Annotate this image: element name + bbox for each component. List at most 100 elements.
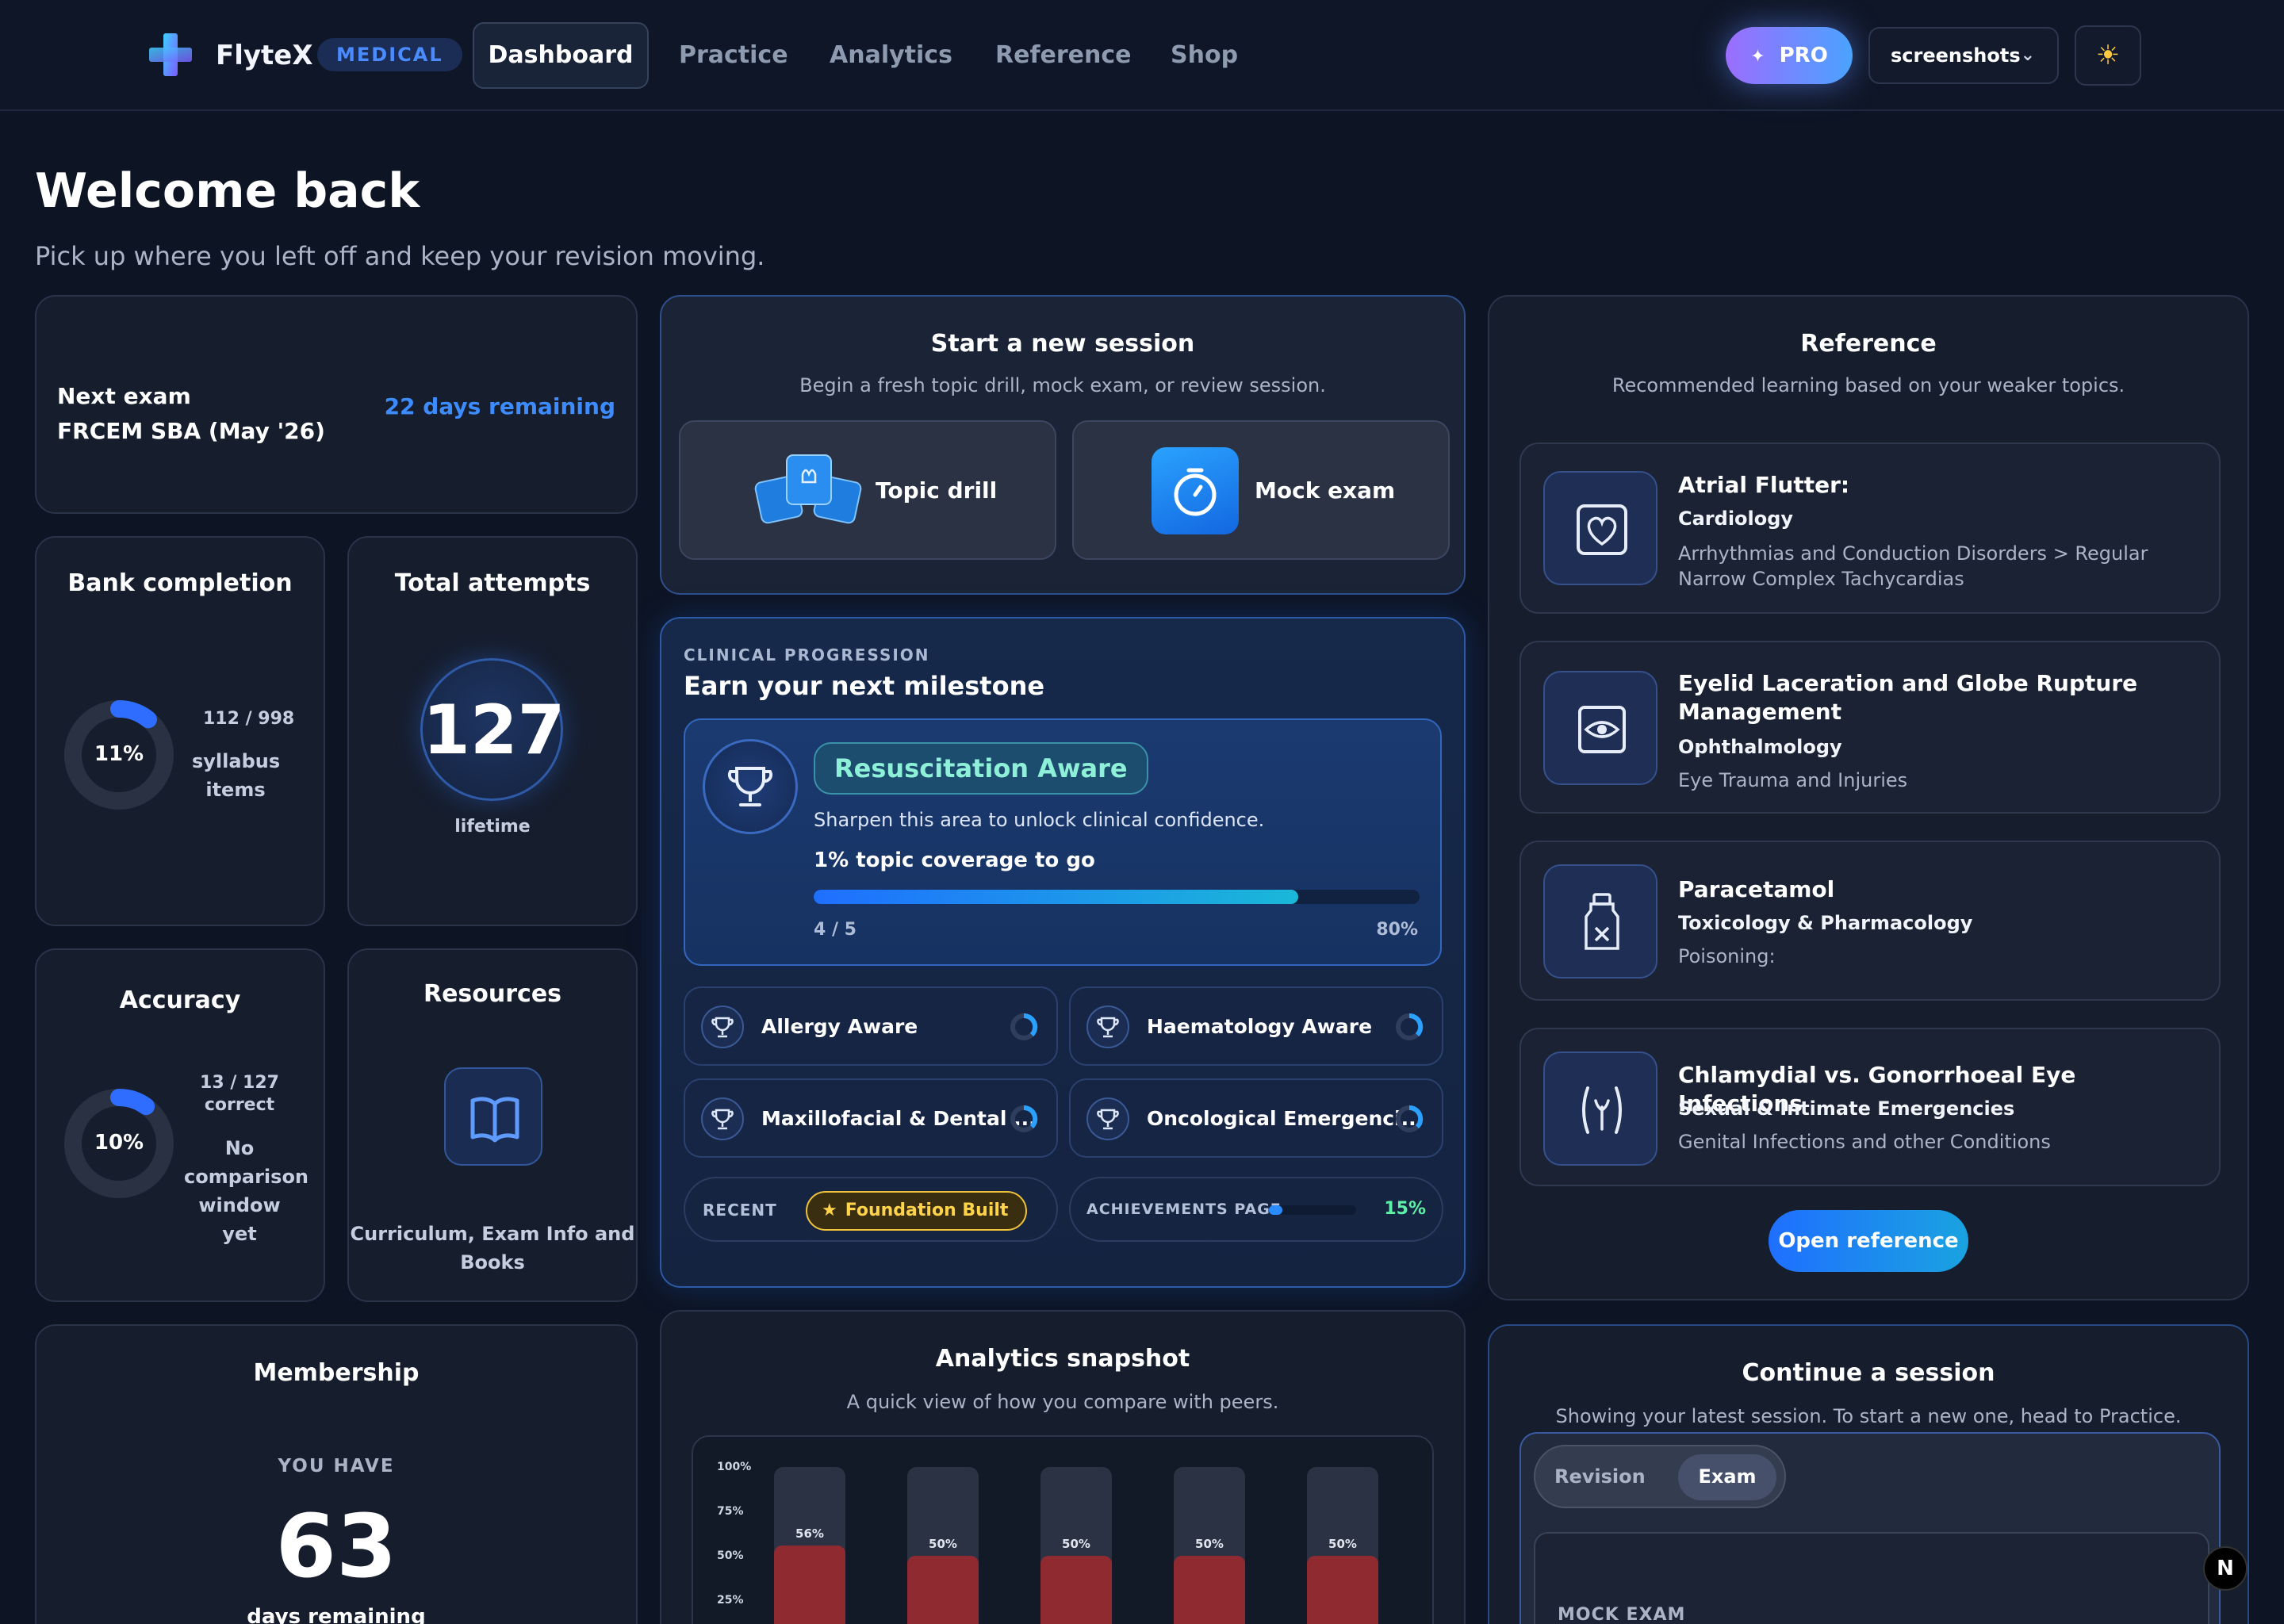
bar-value-label: 56% xyxy=(795,1526,824,1541)
session-preview[interactable]: MOCK EXAM xyxy=(1534,1532,2209,1624)
bar-value-label: 50% xyxy=(929,1537,957,1551)
achievements-progress-fill xyxy=(1269,1205,1282,1215)
nav-reference[interactable]: Reference xyxy=(995,41,1131,69)
account-dropdown[interactable]: screenshots ⌄ xyxy=(1868,27,2059,84)
reference-item-title: Eyelid Laceration and Globe Rupture Mana… xyxy=(1678,670,2138,725)
reference-item[interactable]: Eyelid Laceration and Globe Rupture Mana… xyxy=(1519,641,2221,814)
bar-track xyxy=(774,1467,845,1624)
analytics-subtitle: A quick view of how you compare with pee… xyxy=(846,1391,1279,1413)
total-attempts-title: Total attempts xyxy=(394,569,591,597)
reference-item-category: Toxicology & Pharmacology xyxy=(1678,912,1973,934)
milestone-subtitle: Sharpen this area to unlock clinical con… xyxy=(814,809,1265,831)
bank-completion-card[interactable]: Bank completion 11% 112 / 998 syllabus i… xyxy=(35,536,325,926)
reference-item-category: Sexual & Intimate Emergencies xyxy=(1678,1097,2015,1120)
y-tick: 75% xyxy=(717,1505,744,1518)
trophy-icon xyxy=(701,1005,744,1048)
y-tick: 25% xyxy=(717,1594,744,1607)
achievements-page-link[interactable]: ACHIEVEMENTS PAGE 15% xyxy=(1069,1177,1443,1242)
cards-icon xyxy=(754,454,862,524)
tab-exam[interactable]: Exam xyxy=(1678,1454,1776,1500)
achievements-percent: 15% xyxy=(1384,1199,1426,1219)
accuracy-note-line2: comparison xyxy=(184,1166,309,1188)
session-type-label: MOCK EXAM xyxy=(1558,1605,1686,1624)
milestone-oncological[interactable]: Oncological Emergenci... xyxy=(1069,1078,1443,1158)
milestone-maxillofacial[interactable]: Maxillofacial & Dental ... xyxy=(684,1078,1058,1158)
accuracy-card[interactable]: Accuracy 10% 13 / 127 correct No compari… xyxy=(35,948,325,1302)
next-exam-label: Next exam xyxy=(57,383,191,409)
genital-icon xyxy=(1543,1051,1657,1166)
achievements-label: ACHIEVEMENTS PAGE xyxy=(1086,1201,1282,1218)
continue-title: Continue a session xyxy=(1742,1359,1995,1387)
session-tabs: Revision Exam xyxy=(1534,1445,1786,1508)
bank-completion-title: Bank completion xyxy=(67,569,293,597)
nav-shop[interactable]: Shop xyxy=(1171,41,1238,69)
accuracy-title: Accuracy xyxy=(119,986,241,1014)
next-exam-card: Next exam FRCEM SBA (May '26) 22 days re… xyxy=(35,295,638,514)
page-title: Welcome back xyxy=(35,163,420,219)
bar xyxy=(1040,1556,1112,1624)
recent-badge-label: Foundation Built xyxy=(845,1201,1009,1220)
bar xyxy=(774,1545,845,1624)
tab-revision[interactable]: Revision xyxy=(1554,1465,1646,1488)
milestone-fraction: 4 / 5 xyxy=(814,920,856,940)
reference-title: Reference xyxy=(1800,330,1937,358)
bar xyxy=(1307,1556,1378,1624)
mock-exam-button[interactable]: Mock exam xyxy=(1072,420,1450,560)
reference-item[interactable]: Paracetamol Toxicology & Pharmacology Po… xyxy=(1519,841,2221,1001)
topic-drill-label: Topic drill xyxy=(876,477,998,504)
open-reference-button[interactable]: Open reference xyxy=(1769,1210,1968,1272)
attempts-caption: lifetime xyxy=(454,817,531,837)
milestone-to-go: 1% topic coverage to go xyxy=(814,848,1095,872)
start-session-card: Start a new session Begin a fresh topic … xyxy=(660,295,1466,595)
poison-bottle-icon xyxy=(1543,864,1657,979)
reference-item[interactable]: Atrial Flutter: Cardiology Arrhythmias a… xyxy=(1519,442,2221,614)
progress-spinner-icon xyxy=(1396,1013,1424,1040)
total-attempts-card[interactable]: Total attempts 127 lifetime xyxy=(347,536,638,926)
next-exam-name: FRCEM SBA (May '26) xyxy=(57,418,325,444)
heart-icon xyxy=(1543,471,1657,585)
bank-unit-line2: items xyxy=(205,779,266,801)
y-tick: 50% xyxy=(717,1549,744,1562)
theme-toggle-button[interactable]: ☀ xyxy=(2075,25,2141,86)
dev-tools-button[interactable]: N xyxy=(2203,1546,2248,1591)
mock-exam-label: Mock exam xyxy=(1255,477,1396,504)
resources-title: Resources xyxy=(423,980,562,1008)
brand-name[interactable]: FlyteX xyxy=(216,40,313,71)
reference-item[interactable]: Chlamydial vs. Gonorrhoeal Eye Infection… xyxy=(1519,1028,2221,1186)
continue-panel: Revision Exam MOCK EXAM xyxy=(1519,1432,2221,1624)
milestone-haematology[interactable]: Haematology Aware xyxy=(1069,986,1443,1066)
bar-value-label: 50% xyxy=(1328,1537,1357,1551)
resources-card[interactable]: Resources Curriculum, Exam Info and Book… xyxy=(347,948,638,1302)
milestone-progress-fill xyxy=(814,890,1299,904)
achievements-progress-track xyxy=(1269,1205,1356,1215)
nav-practice[interactable]: Practice xyxy=(679,41,788,69)
accuracy-note-line1: No xyxy=(224,1137,255,1159)
accuracy-note-line3: window yet xyxy=(198,1194,281,1245)
nav-analytics[interactable]: Analytics xyxy=(830,41,952,69)
milestone-oncological-label: Oncological Emergenci... xyxy=(1147,1107,1424,1130)
membership-days: 63 xyxy=(275,1496,397,1597)
y-tick: 100% xyxy=(717,1461,752,1473)
analytics-card: Analytics snapshot A quick view of how y… xyxy=(660,1310,1466,1624)
stopwatch-icon xyxy=(1152,447,1239,534)
continue-subtitle: Showing your latest session. To start a … xyxy=(1555,1405,2182,1427)
reference-item-subtitle: Genital Infections and other Conditions xyxy=(1678,1131,2051,1153)
milestone-haematology-label: Haematology Aware xyxy=(1147,1015,1373,1038)
membership-title: Membership xyxy=(253,1359,420,1387)
trophy-icon xyxy=(701,1097,744,1140)
reference-item-subtitle: Arrhythmias and Conduction Disorders > R… xyxy=(1678,542,2148,590)
pro-button[interactable]: ✦ PRO xyxy=(1726,27,1853,84)
trophy-icon xyxy=(1086,1005,1129,1048)
membership-days-label: days remaining xyxy=(247,1605,426,1624)
membership-you-have: YOU HAVE xyxy=(278,1456,395,1477)
start-session-subtitle: Begin a fresh topic drill, mock exam, or… xyxy=(799,374,1326,396)
resources-caption: Curriculum, Exam Info and Books xyxy=(349,1220,636,1277)
topic-drill-button[interactable]: Topic drill xyxy=(679,420,1056,560)
recent-achievement[interactable]: RECENT ★ Foundation Built xyxy=(684,1177,1058,1242)
milestone-allergy[interactable]: Allergy Aware xyxy=(684,986,1058,1066)
nav-dashboard[interactable]: Dashboard xyxy=(473,22,649,89)
milestone-percent: 80% xyxy=(1376,920,1418,940)
account-label: screenshots xyxy=(1891,44,2021,67)
book-icon xyxy=(444,1067,542,1166)
resources-caption-line1: Curriculum, Exam Info and xyxy=(350,1223,635,1245)
